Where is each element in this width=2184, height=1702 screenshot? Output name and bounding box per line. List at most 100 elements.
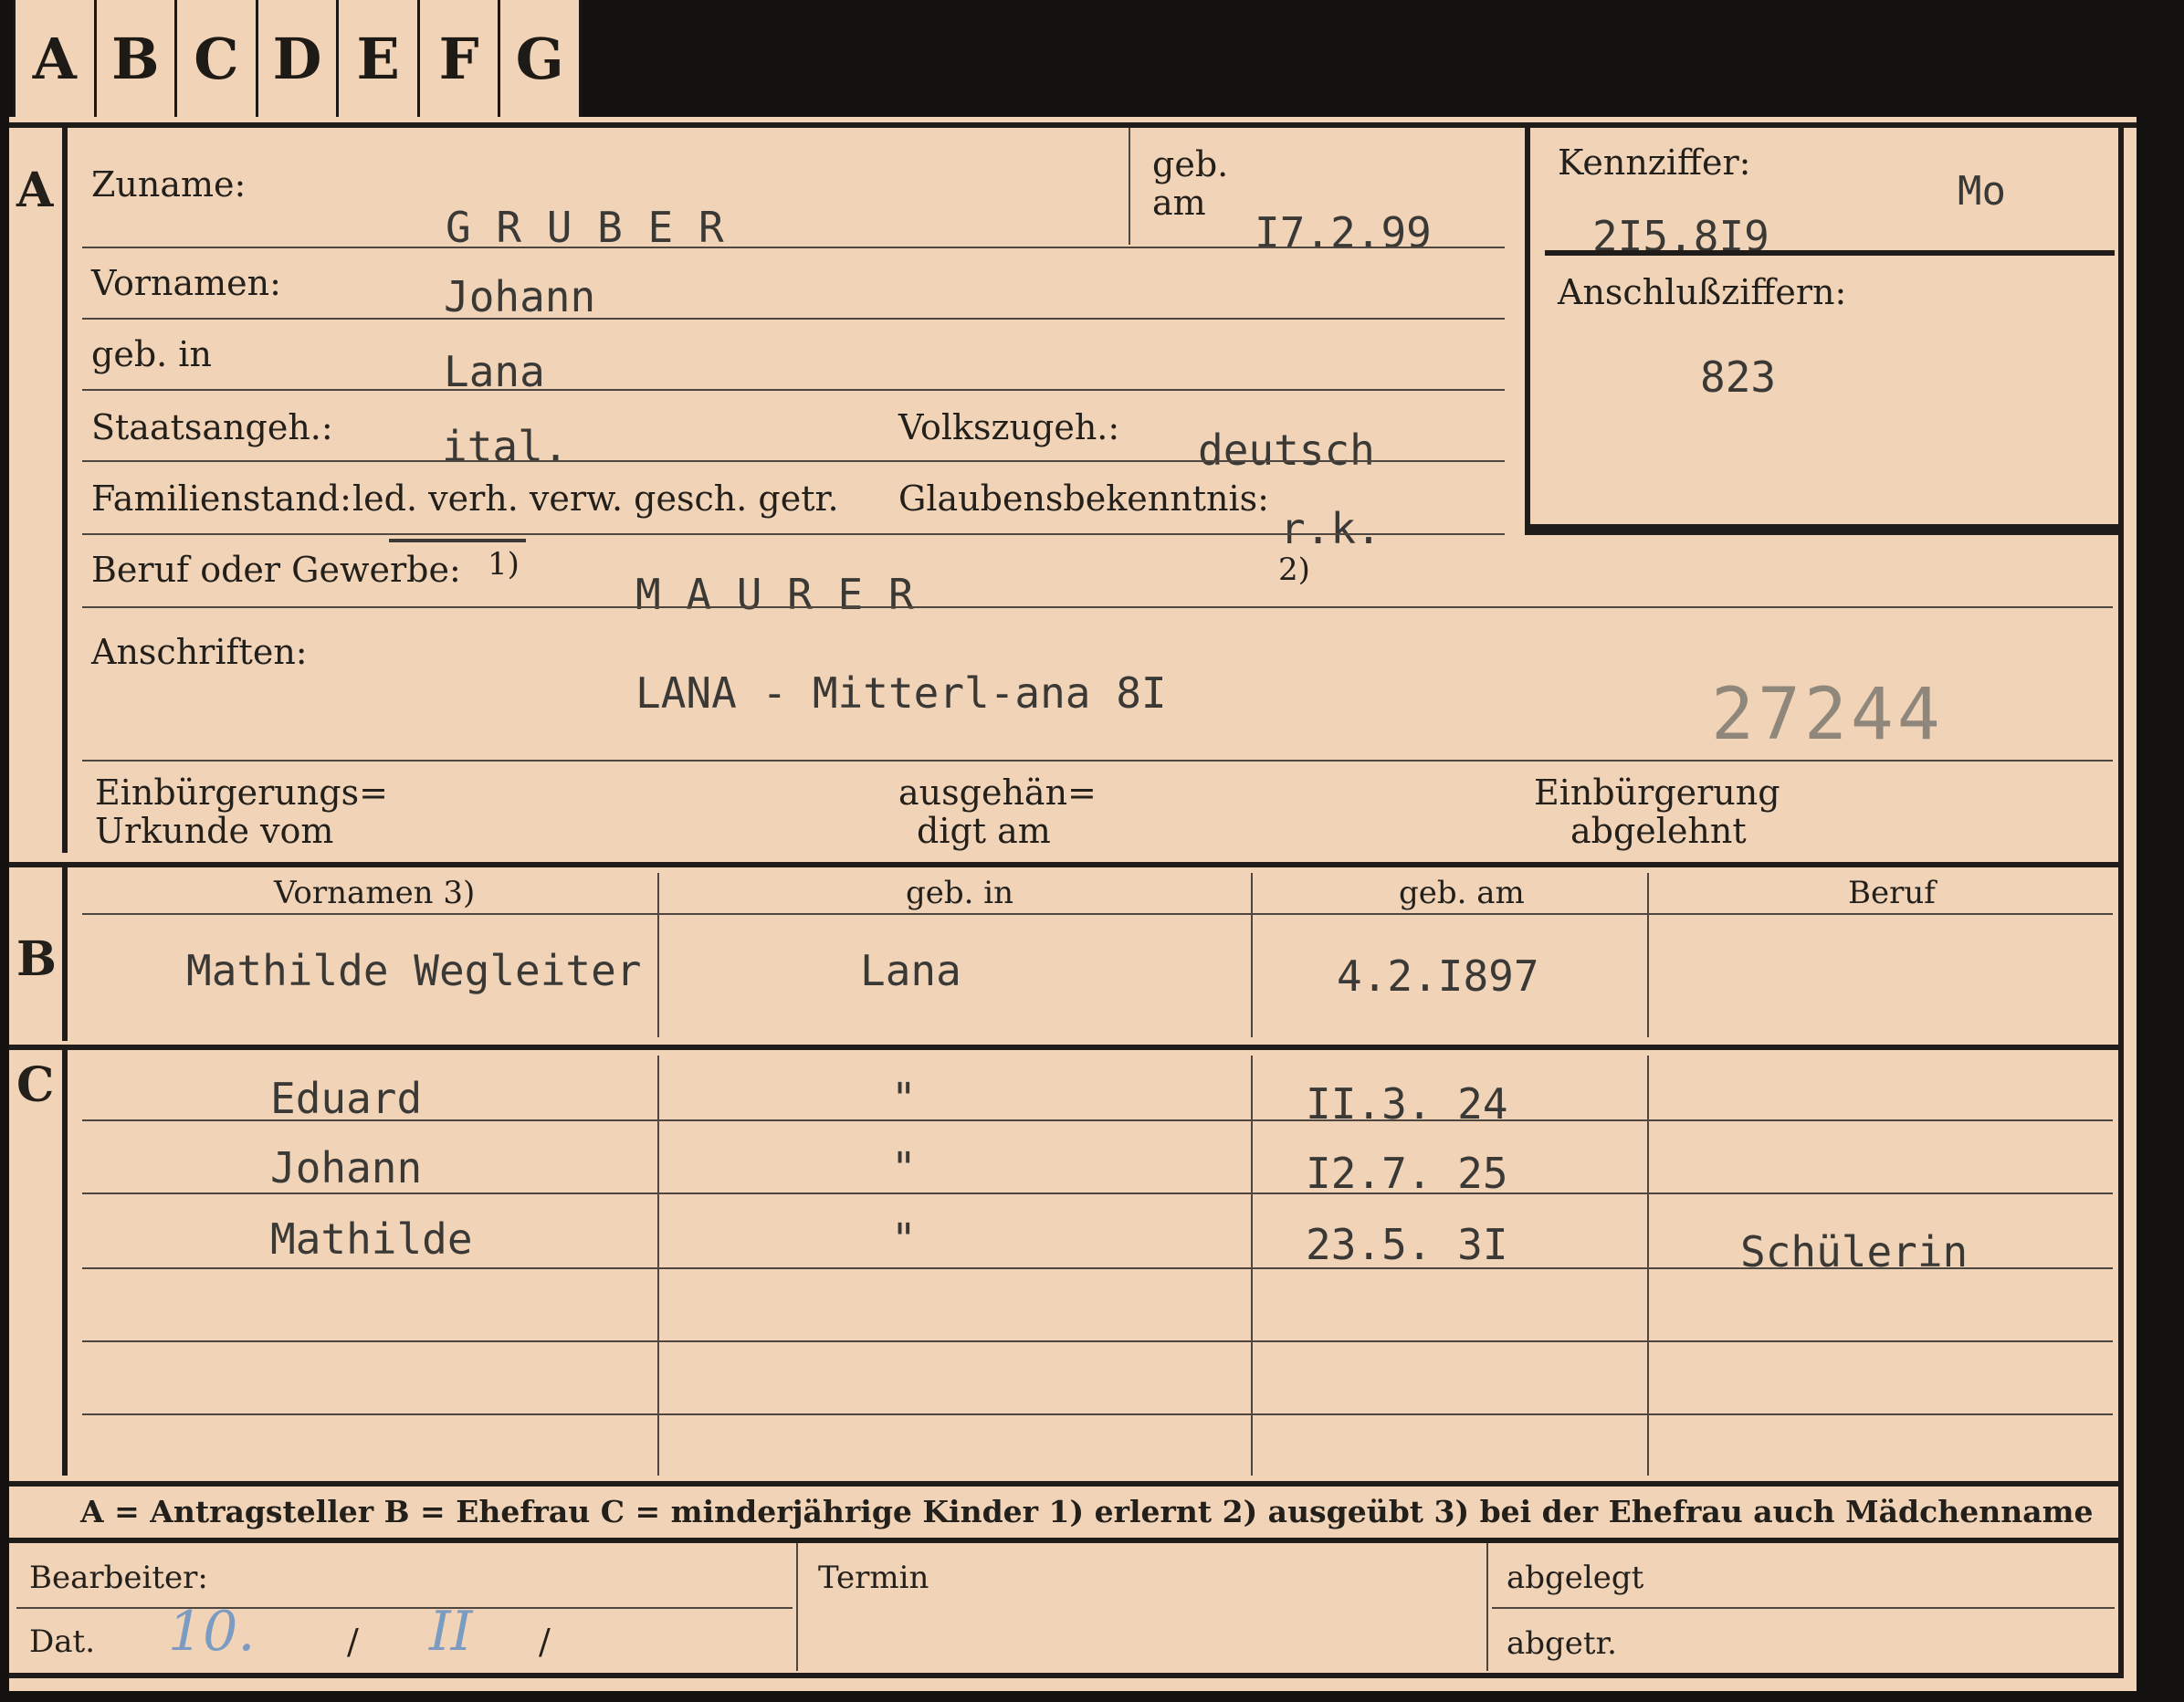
child-3-beruf: Schülerin	[1740, 1227, 1969, 1276]
kennziffer-underline	[1545, 250, 2115, 256]
anschriften-label: Anschriften:	[91, 632, 308, 672]
legend-bottom-line	[9, 1538, 2124, 1543]
geb-am-label-2: am	[1152, 183, 1206, 223]
bearbeiter-underline	[16, 1607, 793, 1609]
section-b-marker: B	[16, 931, 57, 987]
geb-am-value: I7.2.99	[1255, 208, 1432, 257]
ausgehaendigt-label: ausgehän=	[898, 772, 1097, 813]
kennziffer-left-border	[1525, 124, 1530, 535]
section-c-col-1	[657, 1056, 659, 1476]
index-tabs: A B C D E F G	[13, 0, 583, 121]
section-b-top-line	[9, 862, 2124, 867]
einbuergerung-abgelehnt-label: Einbürgerung	[1534, 772, 1780, 813]
section-c-row-line-4	[82, 1340, 2113, 1342]
geb-am-label: geb.	[1152, 144, 1229, 184]
section-b-left-rule	[62, 867, 68, 1041]
child-1-vornamen: Eduard	[270, 1074, 423, 1123]
spouse-vornamen: Mathilde Wegleiter	[186, 946, 642, 995]
einbuergerung-urkunde-label: Einbürgerungs=	[95, 772, 388, 813]
tab-d[interactable]: D	[258, 0, 340, 121]
dat-label: Dat.	[29, 1623, 96, 1660]
child-3-geb-am: 23.5. 3I	[1306, 1220, 1508, 1269]
familienstand-underline	[82, 533, 1505, 535]
anschluss-label: Anschlußziffern:	[1558, 272, 1847, 312]
card-right-rule	[2118, 124, 2124, 1676]
zuname-value: G R U B E R	[446, 203, 724, 252]
section-c-col-3	[1647, 1056, 1649, 1476]
abgelegt-label: abgelegt	[1507, 1560, 1644, 1596]
beruf-underline	[82, 606, 2113, 608]
zuname-underline	[82, 247, 1505, 248]
section-b-header-geb-in: geb. in	[906, 875, 1014, 911]
section-c-col-2	[1251, 1056, 1253, 1476]
termin-label: Termin	[818, 1560, 929, 1596]
section-a-marker: A	[16, 163, 54, 218]
spouse-geb-in: Lana	[860, 946, 961, 995]
tab-f[interactable]: F	[420, 0, 501, 121]
staatsangeh-underline	[82, 460, 1505, 462]
section-b-col-2	[1251, 873, 1253, 1037]
tab-e[interactable]: E	[339, 0, 420, 121]
staatsangeh-value: ital.	[442, 422, 569, 471]
kennziffer-code: Mo	[1958, 168, 2006, 215]
tab-g[interactable]: G	[500, 0, 583, 121]
child-2-vornamen: Johann	[270, 1143, 423, 1192]
volkszugeh-value: deutsch	[1198, 426, 1375, 475]
tab-a[interactable]: A	[16, 0, 97, 121]
section-b-header-vornamen: Vornamen 3)	[274, 875, 476, 911]
zuname-label: Zuname:	[91, 164, 247, 205]
bearbeiter-label: Bearbeiter:	[29, 1560, 208, 1596]
abgelegt-underline	[1492, 1607, 2115, 1609]
familienstand-selection-mark	[389, 539, 526, 542]
child-3-vornamen: Mathilde	[270, 1214, 473, 1264]
vornamen-label: Vornamen:	[91, 263, 281, 303]
tab-b[interactable]: B	[97, 0, 178, 121]
zuname-divider	[1129, 128, 1130, 245]
legend-top-line	[9, 1481, 2124, 1487]
glaubens-label: Glaubensbekenntnis:	[898, 478, 1269, 519]
footer-col-2	[1486, 1543, 1488, 1671]
child-1-geb-am: II.3. 24	[1306, 1079, 1508, 1129]
anschriften-value: LANA - Mitterl-ana 8I	[635, 668, 1167, 718]
frame-top-line	[9, 122, 2137, 128]
familienstand-label: Familienstand:	[91, 478, 352, 519]
section-b-header-beruf: Beruf	[1848, 875, 1936, 911]
section-b-col-3	[1647, 873, 1649, 1037]
spouse-geb-am: 4.2.I897	[1337, 951, 1539, 1001]
child-2-geb-in: "	[891, 1143, 917, 1192]
section-c-top-line	[9, 1045, 2124, 1050]
child-3-geb-in: "	[891, 1214, 917, 1264]
kennziffer-bottom-border	[1525, 524, 2124, 535]
anschluss-value: 823	[1700, 352, 1777, 402]
dat-separator-2: /	[539, 1622, 551, 1662]
stamp-number: 27244	[1711, 674, 1944, 756]
beruf-note-2: 2)	[1278, 552, 1310, 588]
dat-month: II	[429, 1600, 473, 1664]
geb-in-label: geb. in	[91, 334, 212, 374]
section-c-row-line-2	[82, 1192, 2113, 1194]
legend: A = Antragsteller B = Ehefrau C = minder…	[80, 1494, 2094, 1529]
section-c-marker: C	[16, 1057, 55, 1113]
vornamen-underline	[82, 318, 1505, 320]
dat-day: 10.	[168, 1600, 256, 1664]
abgetr-label: abgetr.	[1507, 1625, 1617, 1662]
section-c-left-rule	[62, 1050, 68, 1476]
einbuergerung-urkunde-label-2: Urkunde vom	[95, 811, 334, 851]
tab-c[interactable]: C	[177, 0, 258, 121]
staatsangeh-label: Staatsangeh.:	[91, 407, 333, 447]
section-a-left-rule	[62, 124, 68, 853]
section-b-header-underline	[82, 913, 2113, 915]
section-c-row-line-5	[82, 1413, 2113, 1415]
familienstand-options: led. verh. verw. gesch. getr.	[352, 478, 839, 519]
anschriften-underline	[82, 760, 2113, 762]
section-b-header-geb-am: geb. am	[1399, 875, 1525, 911]
dat-separator-1: /	[347, 1622, 359, 1662]
einbuergerung-abgelehnt-label-2: abgelehnt	[1570, 811, 1747, 851]
geb-in-underline	[82, 389, 1505, 391]
beruf-note-1: 1)	[488, 546, 520, 583]
vornamen-value: Johann	[444, 272, 596, 321]
footer-col-1	[796, 1543, 798, 1671]
kennziffer-label: Kennziffer:	[1558, 142, 1751, 183]
section-b-col-1	[657, 873, 659, 1037]
ausgehaendigt-label-2: digt am	[917, 811, 1051, 851]
